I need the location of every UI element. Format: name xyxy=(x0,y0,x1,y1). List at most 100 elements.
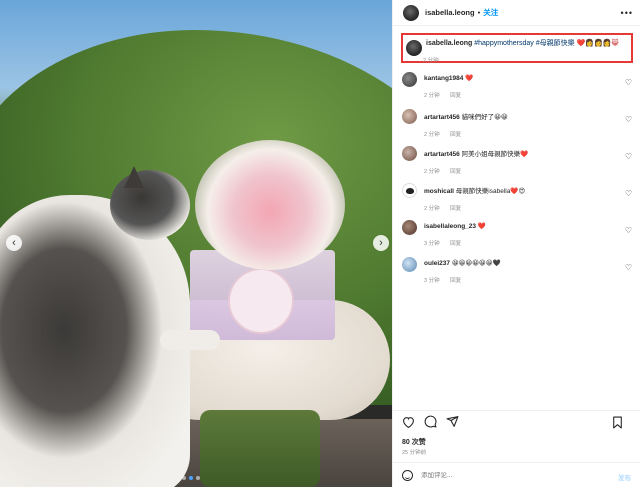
commenter-avatar[interactable] xyxy=(402,72,417,87)
comment-text: 貓咪們好了😀😀 xyxy=(461,114,508,121)
comment-item: oulei237 😀😀😀😀😀😀🖤 3 分钟 回复 ♡ xyxy=(393,253,640,290)
photo-stool-leg xyxy=(200,410,320,487)
comment-time: 2 分钟 xyxy=(424,132,440,138)
post-timestamp: 25 分钟前 xyxy=(402,450,427,456)
comment-username[interactable]: kantang1984 xyxy=(424,75,463,82)
comment-username[interactable]: artartart456 xyxy=(424,151,460,158)
photo-cat-ear xyxy=(124,166,144,188)
carousel-dots xyxy=(182,476,200,480)
reply-button[interactable]: 回复 xyxy=(450,93,461,99)
caption-username[interactable]: isabella.leong xyxy=(426,40,472,47)
reply-button[interactable]: 回复 xyxy=(450,241,461,247)
comment-body: oulei237 😀😀😀😀😀😀🖤 3 分钟 回复 xyxy=(424,259,501,290)
comment-username[interactable]: isabellaleong_23 xyxy=(424,223,476,230)
photo-cat-head xyxy=(110,170,190,240)
header-separator: • xyxy=(477,8,481,17)
comment-like-heart-icon[interactable]: ♡ xyxy=(625,115,632,124)
comment-bubble-icon[interactable] xyxy=(423,415,437,429)
reply-button[interactable]: 回复 xyxy=(450,278,461,284)
commenter-avatar[interactable] xyxy=(402,183,417,198)
save-bookmark-icon[interactable] xyxy=(610,415,624,429)
reply-button[interactable]: 回复 xyxy=(450,132,461,138)
photo-bouquet xyxy=(195,140,345,270)
post-header: isabella.leong • 关注 ••• xyxy=(393,0,640,26)
comment-meta: 3 分钟 回复 xyxy=(424,239,486,247)
carousel-next-button[interactable]: › xyxy=(373,235,389,251)
comment-line: isabellaleong_23 ❤️ xyxy=(424,222,486,230)
comment-time: 2 分钟 xyxy=(424,206,440,212)
comment-username[interactable]: moshicall xyxy=(424,188,454,195)
comment-line: artartart456 貓咪們好了😀😀 xyxy=(424,111,508,121)
comment-time: 2 分钟 xyxy=(424,93,440,99)
comment-meta: 3 分钟 回复 xyxy=(424,276,501,284)
comment-body: artartart456 阿美小姐母親節快樂❤️ 2 分钟 回复 xyxy=(424,148,528,179)
comment-body: kantang1984 ❤️ 2 分钟 回复 xyxy=(424,74,473,105)
comment-like-heart-icon[interactable]: ♡ xyxy=(625,189,632,198)
likes-count[interactable]: 80 次赞 xyxy=(402,437,426,447)
carousel-dot[interactable] xyxy=(182,476,186,480)
carousel-prev-button[interactable]: ‹ xyxy=(6,235,22,251)
comment-text: ❤️ xyxy=(465,75,474,82)
comment-username[interactable]: oulei237 xyxy=(424,260,450,267)
comment-username[interactable]: artartart456 xyxy=(424,114,460,121)
share-send-icon[interactable] xyxy=(445,415,459,429)
comment-time: 2 分钟 xyxy=(424,169,440,175)
comment-body: moshicall 母親節快樂isabella❤️😍 2 分钟 回复 xyxy=(424,185,525,216)
comment-like-heart-icon[interactable]: ♡ xyxy=(625,78,632,87)
comment-line: moshicall 母親節快樂isabella❤️😍 xyxy=(424,185,525,195)
caption-avatar[interactable] xyxy=(406,40,422,56)
post-photo[interactable]: ‹ › xyxy=(0,0,392,487)
comment-time: 3 分钟 xyxy=(424,278,440,284)
comment-item: isabellaleong_23 ❤️ 3 分钟 回复 ♡ xyxy=(393,216,640,253)
commenter-avatar[interactable] xyxy=(402,257,417,272)
instagram-post-view: ‹ › isabella.leong • 关注 ••• isabella.leo… xyxy=(0,0,640,487)
comment-input[interactable] xyxy=(421,471,591,479)
comment-line: kantang1984 ❤️ xyxy=(424,74,473,82)
comment-time: 3 分钟 xyxy=(424,241,440,247)
caption-text: isabella.leong #happymothersday #母親節快樂 ❤… xyxy=(426,39,619,57)
commenter-avatar[interactable] xyxy=(402,109,417,124)
caption-timestamp: 2 分钟 xyxy=(423,58,439,64)
comment-meta: 2 分钟 回复 xyxy=(424,91,473,99)
caption-hashtag-happymothersday[interactable]: #happymothersday xyxy=(474,40,534,47)
reply-button[interactable]: 回复 xyxy=(450,169,461,175)
comment-line: oulei237 😀😀😀😀😀😀🖤 xyxy=(424,259,501,267)
comment-like-heart-icon[interactable]: ♡ xyxy=(625,226,632,235)
comment-like-heart-icon[interactable]: ♡ xyxy=(625,263,632,272)
like-heart-icon[interactable] xyxy=(401,415,415,429)
reply-button[interactable]: 回复 xyxy=(450,206,461,212)
comment-text: 母親節快樂isabella❤️😍 xyxy=(455,188,526,195)
comment-item: artartart456 阿美小姐母親節快樂❤️ 2 分钟 回复 ♡ xyxy=(393,142,640,179)
commenter-avatar[interactable] xyxy=(402,220,417,235)
photo-gift-card xyxy=(228,268,294,334)
photo-cat-paw xyxy=(160,330,220,350)
author-avatar[interactable] xyxy=(403,4,419,21)
comment-text: 😀😀😀😀😀😀🖤 xyxy=(451,260,501,267)
comment-meta: 2 分钟 回复 xyxy=(424,167,528,175)
comment-item: moshicall 母親節快樂isabella❤️😍 2 分钟 回复 ♡ xyxy=(393,179,640,216)
post-side-panel: isabella.leong • 关注 ••• isabella.leong #… xyxy=(392,0,640,487)
post-comment-button[interactable]: 发布 xyxy=(618,472,631,482)
comment-body: artartart456 貓咪們好了😀😀 2 分钟 回复 xyxy=(424,111,508,142)
author-username[interactable]: isabella.leong xyxy=(425,8,475,17)
add-comment-bar: 发布 xyxy=(393,462,640,487)
caption-hashtag-mothersday-cn[interactable]: #母親節快樂 xyxy=(536,40,575,47)
follow-button[interactable]: 关注 xyxy=(483,7,498,18)
comment-body: isabellaleong_23 ❤️ 3 分钟 回复 xyxy=(424,222,486,253)
comment-like-heart-icon[interactable]: ♡ xyxy=(625,152,632,161)
carousel-dot-active[interactable] xyxy=(189,476,193,480)
comment-meta: 2 分钟 回复 xyxy=(424,130,508,138)
comment-line: artartart456 阿美小姐母親節快樂❤️ xyxy=(424,148,528,158)
more-options-icon[interactable]: ••• xyxy=(621,8,633,18)
post-actions-bar xyxy=(393,410,640,432)
comment-text: 阿美小姐母親節快樂❤️ xyxy=(461,151,529,158)
emoji-icon[interactable] xyxy=(402,469,413,481)
commenter-avatar[interactable] xyxy=(402,146,417,161)
comment-item: kantang1984 ❤️ 2 分钟 回复 ♡ xyxy=(393,68,640,105)
comment-item: artartart456 貓咪們好了😀😀 2 分钟 回复 ♡ xyxy=(393,105,640,142)
comment-list: kantang1984 ❤️ 2 分钟 回复 ♡ artartart456 貓咪… xyxy=(393,68,640,290)
carousel-dot[interactable] xyxy=(196,476,200,480)
comment-text: ❤️ xyxy=(477,223,486,230)
caption-emojis: ❤️👩👩👩😸 xyxy=(576,40,619,47)
comment-meta: 2 分钟 回复 xyxy=(424,204,525,212)
